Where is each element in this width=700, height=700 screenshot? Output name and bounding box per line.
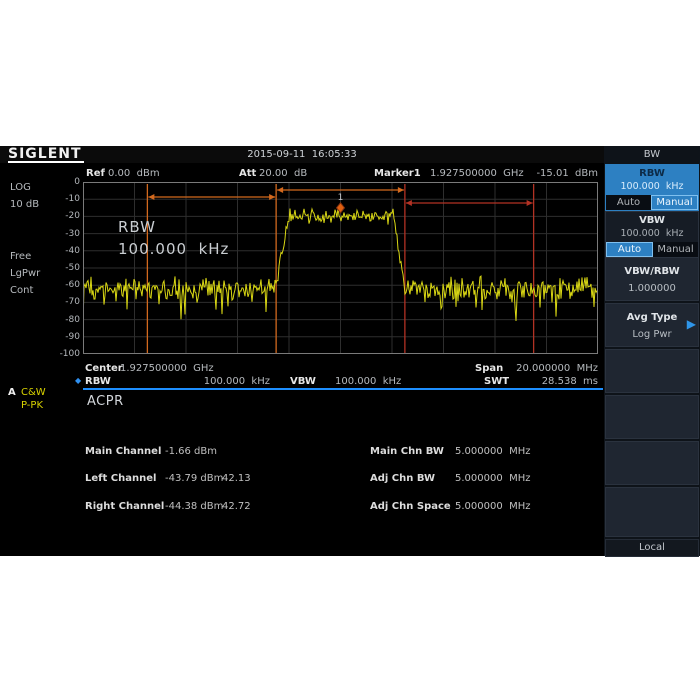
- y-axis-tick: -30: [52, 229, 80, 239]
- acpr-left-label: Left Channel: [85, 473, 156, 484]
- vbw-manual-toggle[interactable]: Manual: [653, 242, 698, 257]
- vbw-status-label: VBW: [290, 376, 316, 387]
- vbw-softkey-label: VBW: [606, 212, 698, 226]
- acpr-main-bw-value: 5.000000 MHz: [455, 446, 530, 457]
- spectrum-analyzer-screen: SIGLENT 2015-09-11 16:05:33 Ref 0.00 dBm…: [0, 146, 700, 556]
- rbw-softkey[interactable]: RBW 100.000 kHz Auto Manual: [605, 164, 699, 211]
- top-status-bar: SIGLENT 2015-09-11 16:05:33: [0, 146, 604, 163]
- softkey-blank-4[interactable]: [605, 487, 699, 537]
- acpr-right-label: Right Channel: [85, 501, 164, 512]
- y-axis-tick: 0: [52, 177, 80, 187]
- acpr-right-ratio: 42.72: [222, 501, 251, 512]
- softkey-blank-3[interactable]: [605, 441, 699, 485]
- rbw-softkey-value: 100.000 kHz: [606, 179, 698, 192]
- local-button[interactable]: Local: [605, 539, 699, 557]
- rbw-overlay-label: RBW: [118, 218, 156, 236]
- rbw-status-label: RBW: [85, 376, 111, 387]
- amplitude-scale-type: LOG: [10, 182, 31, 193]
- trace-mode: C&W: [21, 387, 46, 398]
- acpr-main-bw-label: Main Chn BW: [370, 446, 444, 457]
- y-axis-tick: -10: [52, 194, 80, 204]
- vbw-softkey-value: 100.000 kHz: [606, 226, 698, 239]
- marker1-amplitude: -15.01 dBm: [520, 168, 598, 179]
- avg-type-softkey[interactable]: Avg Type Log Pwr ▶: [605, 303, 699, 347]
- avg-type-value: Log Pwr: [606, 323, 698, 340]
- avg-type-label: Avg Type: [606, 304, 698, 323]
- acpr-main-value: -1.66 dBm: [165, 446, 217, 457]
- rbw-coupled-icon: ◆: [75, 376, 81, 385]
- acpr-left-ratio: 42.13: [222, 473, 251, 484]
- vbw-status-value: 100.000 kHz: [335, 376, 401, 387]
- y-axis-tick: -20: [52, 211, 80, 221]
- attenuation-label: Att: [239, 168, 256, 179]
- acpr-right-value: -44.38 dBm: [165, 501, 223, 512]
- y-axis-tick: -70: [52, 297, 80, 307]
- rbw-auto-toggle[interactable]: Auto: [606, 195, 651, 210]
- acpr-left-value: -43.79 dBm: [165, 473, 223, 484]
- marker1-number: 1: [338, 193, 344, 203]
- scale-per-div: 10 dB: [10, 199, 39, 210]
- rbw-manual-toggle[interactable]: Manual: [651, 195, 698, 210]
- trigger-mode: Free: [10, 251, 31, 262]
- softkey-blank-2[interactable]: [605, 395, 699, 439]
- marker1-frequency: 1.927500000 GHz: [430, 168, 524, 179]
- softkey-menu-panel: BW RBW 100.000 kHz Auto Manual VBW 100.0…: [604, 146, 700, 556]
- datetime-display: 2015-09-11 16:05:33: [0, 149, 604, 160]
- acpr-main-label: Main Channel: [85, 446, 161, 457]
- ref-level-value: 0.00 dBm: [108, 168, 160, 179]
- vbw-auto-toggle[interactable]: Auto: [606, 242, 653, 257]
- span-value: 20.000000 MHz: [500, 363, 598, 374]
- screenshot-canvas: SIGLENT 2015-09-11 16:05:33 Ref 0.00 dBm…: [0, 0, 700, 700]
- trace-letter: A: [8, 387, 16, 398]
- marker1-diamond: 1: [337, 193, 345, 213]
- menu-title: BW: [604, 149, 700, 160]
- rbw-softkey-label: RBW: [606, 165, 698, 179]
- vbw-softkey[interactable]: VBW 100.000 kHz Auto Manual: [605, 211, 699, 258]
- sweep-mode: Cont: [10, 285, 33, 296]
- vbw-rbw-value: 1.000000: [606, 277, 698, 294]
- vbw-rbw-ratio-softkey[interactable]: VBW/RBW 1.000000: [605, 257, 699, 301]
- swt-value: 28.538 ms: [500, 376, 598, 387]
- y-axis-tick: -40: [52, 246, 80, 256]
- acpr-adj-space-label: Adj Chn Space: [370, 501, 451, 512]
- span-label: Span: [475, 363, 503, 374]
- rbw-status-value: 100.000 kHz: [120, 376, 270, 387]
- submenu-arrow-icon: ▶: [687, 317, 696, 331]
- spectrum-plot: 1: [83, 182, 598, 354]
- marker1-label: Marker1: [374, 168, 421, 179]
- acpr-section-title: ACPR: [87, 394, 124, 409]
- y-axis-tick: -80: [52, 315, 80, 325]
- section-divider-line: [83, 388, 603, 390]
- attenuation-value: 20.00 dB: [259, 168, 307, 179]
- center-freq-value: 1.927500000 GHz: [120, 363, 214, 374]
- y-axis-tick: -100: [52, 349, 80, 359]
- detector-type: P-PK: [21, 400, 43, 411]
- y-axis-tick: -90: [52, 332, 80, 342]
- y-axis-tick: -50: [52, 263, 80, 273]
- ref-level-label: Ref: [86, 168, 105, 179]
- y-axis-tick: -60: [52, 280, 80, 290]
- acpr-adj-space-value: 5.000000 MHz: [455, 501, 530, 512]
- avg-power-mode: LgPwr: [10, 268, 40, 279]
- center-freq-label: Center: [85, 363, 123, 374]
- rbw-overlay-value: 100.000 kHz: [118, 240, 229, 258]
- acpr-adj-bw-value: 5.000000 MHz: [455, 473, 530, 484]
- acpr-adj-bw-label: Adj Chn BW: [370, 473, 435, 484]
- vbw-rbw-label: VBW/RBW: [606, 258, 698, 277]
- softkey-blank-1[interactable]: [605, 349, 699, 393]
